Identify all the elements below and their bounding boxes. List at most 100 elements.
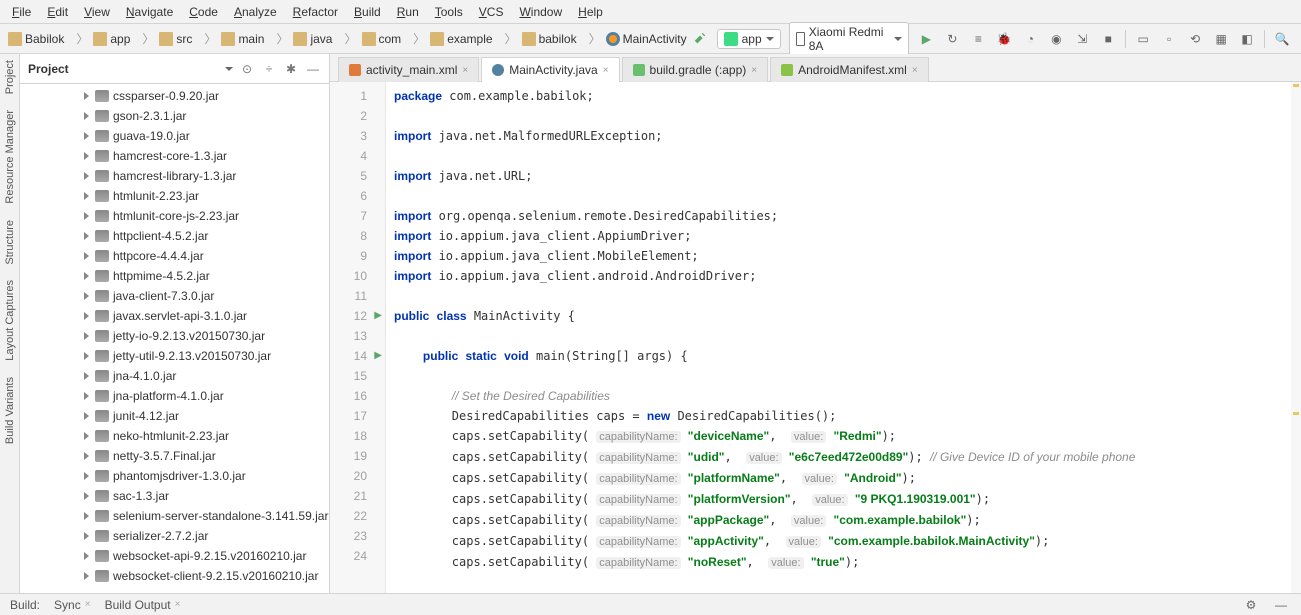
side-tab-project[interactable]: Project — [4, 60, 16, 94]
menu-build[interactable]: Build — [346, 3, 389, 21]
breadcrumb-java[interactable]: 〉java — [270, 28, 336, 49]
tree-item[interactable]: serializer-2.7.2.jar — [20, 526, 329, 546]
avd-icon[interactable]: ▭ — [1134, 29, 1152, 49]
tree-item[interactable]: websocket-api-9.2.15.v20160210.jar — [20, 546, 329, 566]
tree-item[interactable]: phantomjsdriver-1.3.0.jar — [20, 466, 329, 486]
sync-icon[interactable]: ⟲ — [1186, 29, 1204, 49]
tree-item[interactable]: hamcrest-core-1.3.jar — [20, 146, 329, 166]
tree-item[interactable]: cssparser-0.9.20.jar — [20, 86, 329, 106]
menu-window[interactable]: Window — [511, 3, 570, 21]
editor-tab[interactable]: AndroidManifest.xml× — [770, 57, 929, 82]
tree-item[interactable]: neko-htmlunit-2.23.jar — [20, 426, 329, 446]
phone-icon — [796, 32, 805, 46]
tree-item[interactable]: htmlunit-2.23.jar — [20, 186, 329, 206]
device-label: Xiaomi Redmi 8A — [809, 25, 891, 53]
tree-item[interactable]: jna-4.1.0.jar — [20, 366, 329, 386]
editor-tab[interactable]: activity_main.xml× — [338, 57, 479, 82]
project-panel-title: Project — [28, 62, 219, 76]
settings-icon[interactable]: ✱ — [283, 61, 299, 77]
coverage-icon[interactable]: ◉ — [1047, 29, 1065, 49]
side-tab-build-variants[interactable]: Build Variants — [4, 377, 16, 444]
tree-item[interactable]: guava-19.0.jar — [20, 126, 329, 146]
tree-item[interactable]: httpclient-4.5.2.jar — [20, 226, 329, 246]
tree-item[interactable]: jetty-util-9.2.13.v20150730.jar — [20, 346, 329, 366]
menu-refactor[interactable]: Refactor — [285, 3, 346, 21]
tree-item[interactable]: htmlunit-core-js-2.23.jar — [20, 206, 329, 226]
breadcrumb-app[interactable]: 〉app — [70, 28, 134, 49]
tree-item[interactable]: netty-3.5.7.Final.jar — [20, 446, 329, 466]
tree-item[interactable]: jetty-io-9.2.13.v20150730.jar — [20, 326, 329, 346]
tree-item[interactable]: junit-4.12.jar — [20, 406, 329, 426]
sdk-icon[interactable]: ▫ — [1160, 29, 1178, 49]
hammer-icon[interactable] — [691, 29, 709, 49]
status-bar: Build: Sync× Build Output× ⚙ — — [0, 593, 1301, 615]
code-editor[interactable]: 123456789101112▶1314▶1516171819202122232… — [330, 82, 1301, 593]
menu-tools[interactable]: Tools — [427, 3, 471, 21]
build-output-tab[interactable]: Build Output× — [105, 598, 181, 612]
breadcrumb-com[interactable]: 〉com — [338, 28, 405, 49]
editor-tab[interactable]: build.gradle (:app)× — [622, 57, 769, 82]
android-icon — [724, 32, 738, 46]
run-icon[interactable]: ▶ — [917, 29, 935, 49]
menu-run[interactable]: Run — [389, 3, 427, 21]
tree-item[interactable]: javax.servlet-api-3.1.0.jar — [20, 306, 329, 326]
breadcrumb-example[interactable]: 〉example — [407, 28, 496, 49]
menu-code[interactable]: Code — [181, 3, 226, 21]
editor-area: activity_main.xml×MainActivity.java×buil… — [330, 54, 1301, 593]
menu-navigate[interactable]: Navigate — [118, 3, 181, 21]
toolbar: Babilok〉app〉src〉main〉java〉com〉example〉ba… — [0, 24, 1301, 54]
profiler-icon[interactable]: ◔ — [1021, 29, 1039, 49]
tree-item[interactable]: sac-1.3.jar — [20, 486, 329, 506]
tree-item[interactable]: jna-platform-4.1.0.jar — [20, 386, 329, 406]
project-tree[interactable]: cssparser-0.9.20.jargson-2.3.1.jarguava-… — [20, 84, 329, 593]
tree-item[interactable]: websocket-client-9.2.15.v20160210.jar — [20, 566, 329, 586]
breadcrumb-babilok[interactable]: Babilok — [4, 30, 68, 48]
menu-edit[interactable]: Edit — [39, 3, 76, 21]
tree-item[interactable]: selenium-server-standalone-3.141.59.jar — [20, 506, 329, 526]
stop-process-icon[interactable]: ■ — [1099, 29, 1117, 49]
hide-icon[interactable]: — — [305, 61, 321, 77]
side-tab-structure[interactable]: Structure — [4, 220, 16, 265]
menu-analyze[interactable]: Analyze — [226, 3, 285, 21]
collapse-icon[interactable]: ÷ — [261, 61, 277, 77]
run-config-dropdown[interactable]: app — [717, 29, 781, 49]
attach-icon[interactable]: ⇲ — [1073, 29, 1091, 49]
tree-item[interactable]: httpmime-4.5.2.jar — [20, 266, 329, 286]
side-tab-layout-captures[interactable]: Layout Captures — [4, 280, 16, 361]
layout-icon[interactable]: ▦ — [1212, 29, 1230, 49]
project-panel: Project ⊙ ÷ ✱ — cssparser-0.9.20.jargson… — [20, 54, 330, 593]
breadcrumb-main[interactable]: 〉main — [198, 28, 268, 49]
chevron-down-icon[interactable] — [225, 67, 233, 71]
left-tool-strip: Project Resource Manager Structure Layout C… — [0, 54, 20, 593]
error-stripe — [1291, 82, 1301, 593]
menu-file[interactable]: File — [4, 3, 39, 21]
debug-icon[interactable]: 🐞 — [995, 29, 1013, 49]
menu-vcs[interactable]: VCS — [471, 3, 512, 21]
settings-icon[interactable]: ⚙ — [1241, 595, 1261, 615]
tree-item[interactable]: hamcrest-library-1.3.jar — [20, 166, 329, 186]
select-opened-icon[interactable]: ⊙ — [239, 61, 255, 77]
stop-icon[interactable]: ≡ — [969, 29, 987, 49]
minimize-icon[interactable]: — — [1271, 595, 1291, 615]
editor-tabs: activity_main.xml×MainActivity.java×buil… — [330, 54, 1301, 82]
menu-help[interactable]: Help — [570, 3, 611, 21]
menu-view[interactable]: View — [76, 3, 118, 21]
toolbar-right: app Xiaomi Redmi 8A ▶ ↻ ≡ 🐞 ◔ ◉ ⇲ ■ ▭ ▫ … — [691, 22, 1297, 56]
breadcrumb-src[interactable]: 〉src — [136, 28, 196, 49]
code-content[interactable]: package com.example.babilok; import java… — [386, 82, 1301, 593]
breadcrumb-mainactivity[interactable]: 〉MainActivity — [583, 28, 691, 49]
run-config-label: app — [742, 32, 762, 46]
editor-tab[interactable]: MainActivity.java× — [481, 57, 619, 82]
device-dropdown[interactable]: Xiaomi Redmi 8A — [789, 22, 910, 56]
tree-item[interactable]: httpcore-4.4.4.jar — [20, 246, 329, 266]
assistant-icon[interactable]: ◧ — [1238, 29, 1256, 49]
tree-item[interactable]: java-client-7.3.0.jar — [20, 286, 329, 306]
side-tab-resource-manager[interactable]: Resource Manager — [4, 110, 16, 204]
sync-tab[interactable]: Sync× — [54, 598, 91, 612]
build-label: Build: — [10, 598, 40, 612]
breadcrumb: Babilok〉app〉src〉main〉java〉com〉example〉ba… — [4, 28, 691, 49]
tree-item[interactable]: gson-2.3.1.jar — [20, 106, 329, 126]
apply-changes-icon[interactable]: ↻ — [943, 29, 961, 49]
search-icon[interactable]: 🔍 — [1273, 29, 1291, 49]
breadcrumb-babilok[interactable]: 〉babilok — [499, 28, 581, 49]
